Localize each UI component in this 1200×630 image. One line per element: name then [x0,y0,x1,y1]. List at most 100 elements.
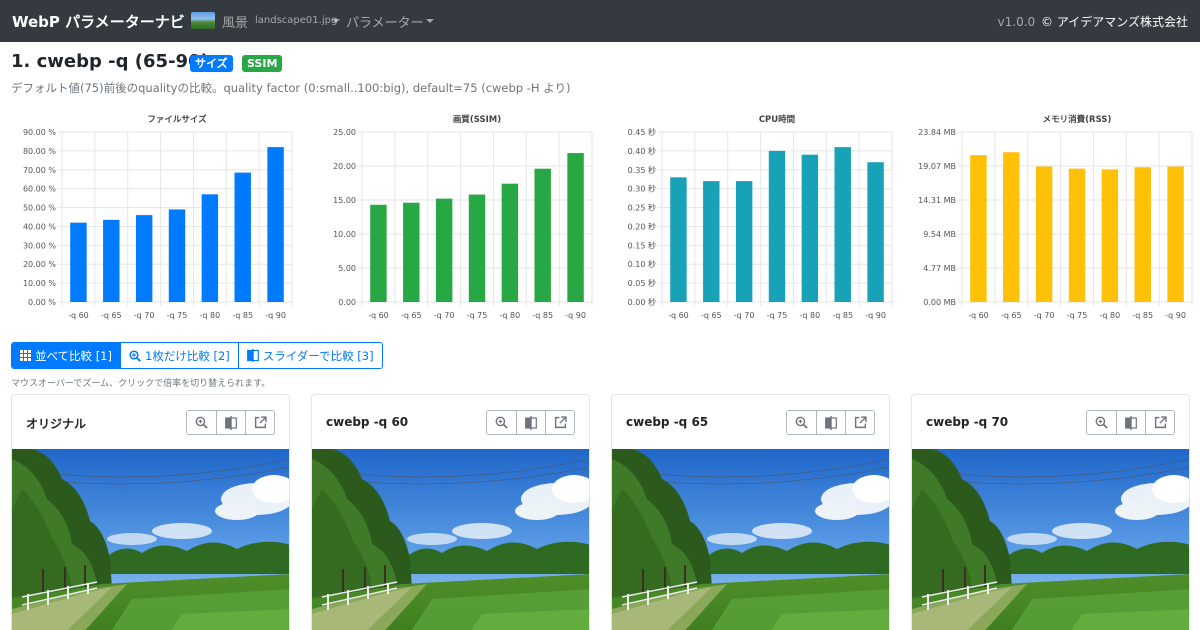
grid-icon [20,350,31,361]
compare-button[interactable] [816,411,845,434]
compare-button[interactable] [1116,411,1145,434]
image-card-q60: cwebp -q 60 [311,394,590,630]
zoom-hint: マウスオーバーでズーム、クリックで倍率を切り替えられます。 [11,379,271,389]
chart-x-tick: -q 60 [968,311,989,320]
chart-title: ファイルサイズ [147,114,207,125]
chart-y-tick: 90.00 % [23,128,56,137]
chart-x-tick: -q 70 [134,311,155,320]
chevron-down-icon[interactable] [426,19,434,23]
ssim-chart: 画質(SSIM) 0.00 5.00 10.00 15.00 20.00 25.00 -q 6… [310,110,600,325]
chart-bar [370,204,387,302]
memory-chart: メモリ消費(RSS) 0.00 MB 4.77 MB 9.54 MB 14.31 MB 1… [910,110,1200,325]
compare-button[interactable] [216,411,245,434]
chart-y-tick: 70.00 % [23,166,56,175]
chart-x-tick: -q 70 [434,311,455,320]
chart-y-tick: 5.00 [338,264,356,273]
chart-x-tick: -q 75 [167,311,188,320]
chart-bar [234,172,251,302]
page-description: デフォルト値(75)前後のqualityの比較。quality factor (… [11,81,571,95]
chevron-down-icon[interactable] [332,19,340,23]
compare-icon [225,415,237,430]
slider-compare-button[interactable]: スライダーで比較 [3] [237,343,382,368]
chart-x-tick: -q 90 [1165,311,1186,320]
zoom-button[interactable] [187,411,216,434]
chart-y-tick: 0.20 秒 [628,221,656,231]
zoom-button[interactable] [487,411,516,434]
chart-y-tick: 0.00 % [28,298,56,307]
filesize-chart: ファイルサイズ 0.00 % 10.00 % 20.00 % 30.00 % 40.00 … [10,110,300,325]
chart-x-tick: -q 90 [265,311,286,320]
chart-bar [1134,167,1151,302]
chart-y-tick: 0.40 秒 [628,146,656,156]
image-card-q70: cwebp -q 70 [911,394,1190,630]
card-toolbar [786,410,875,435]
chart-bar [403,202,420,302]
card-title: cwebp -q 60 [326,415,409,429]
image-card-original: オリジナル [11,394,290,630]
version-info: v1.0.0 © アイデアマンズ株式会社 [998,13,1188,30]
open-image-button[interactable] [545,411,574,434]
chart-y-tick: 20.00 [333,162,356,171]
chart-svg: ファイルサイズ 0.00 % 10.00 % 20.00 % 30.00 % 40.00 … [23,114,293,320]
chart-y-tick: 10.00 [333,230,356,239]
chart-y-tick: 20.00 % [23,260,56,269]
zoom-icon [1095,416,1108,429]
card-toolbar [486,410,575,435]
zoom-button[interactable] [787,411,816,434]
chart-title: CPU時間 [759,114,795,125]
open-image-button[interactable] [245,411,274,434]
landscape-image [312,449,589,630]
file-dropdown[interactable]: landscape01.jpg [255,15,337,26]
chart-x-tick: -q 85 [532,311,553,320]
external-link-icon [854,416,867,429]
chart-bar [1167,166,1184,302]
card-image[interactable] [12,449,289,630]
chart-x-tick: -q 60 [668,311,689,320]
chart-svg: CPU時間 0.00 秒 0.05 秒 0.10 秒 0.15 秒 0.20 秒 0.25 … [628,114,893,320]
chart-bar [201,194,219,302]
params-dropdown[interactable]: パラメーター [346,12,424,31]
chart-y-tick: 0.10 秒 [628,259,656,269]
brand[interactable]: WebP パラメーターナビ [12,11,185,32]
compare-icon [1125,415,1137,430]
card-image[interactable] [612,449,889,630]
card-toolbar [186,410,275,435]
card-image[interactable] [312,449,589,630]
zoom-button[interactable] [1087,411,1116,434]
external-link-icon [1154,416,1167,429]
page-title: 1. cwebp -q (65-90) [11,51,209,72]
view-mode-group: 並べて比較 [1] 1枚だけ比較 [2] スライダーで比較 [3] [11,342,383,369]
chart-y-tick: 0.30 秒 [628,184,656,194]
chart-y-tick: 23.84 MB [918,128,956,137]
chart-y-tick: 25.00 [333,128,356,137]
landscape-image [12,449,289,630]
landscape-image [912,449,1189,630]
chart-x-tick: -q 60 [68,311,89,320]
chart-bar [70,222,87,302]
chart-y-tick: 15.00 [333,196,356,205]
chart-y-tick: 0.00 秒 [628,297,656,307]
chart-bar [168,209,186,302]
landscape-thumbnail-icon[interactable] [191,12,215,29]
card-toolbar [1086,410,1175,435]
chart-x-tick: -q 80 [1100,311,1121,320]
chart-y-tick: 9.54 MB [923,230,956,239]
open-image-button[interactable] [845,411,874,434]
version-label: v1.0.0 [997,15,1036,29]
chart-x-tick: -q 75 [1067,311,1088,320]
chart-y-tick: 50.00 % [23,204,56,213]
chart-x-tick: -q 70 [1034,311,1055,320]
chart-y-tick: 10.00 % [23,279,56,288]
open-image-button[interactable] [1145,411,1174,434]
zoom-icon [495,416,508,429]
chart-y-tick: 4.77 MB [923,264,956,273]
card-image[interactable] [912,449,1189,630]
chart-bar [703,181,720,302]
category-label[interactable]: 風景 [222,12,248,31]
side-by-side-button[interactable]: 並べて比較 [1] [12,343,120,368]
single-compare-button[interactable]: 1枚だけ比較 [2] [120,343,238,368]
chart-bar [970,155,987,302]
compare-button[interactable] [516,411,545,434]
chart-bar [867,162,884,302]
external-link-icon [554,416,567,429]
